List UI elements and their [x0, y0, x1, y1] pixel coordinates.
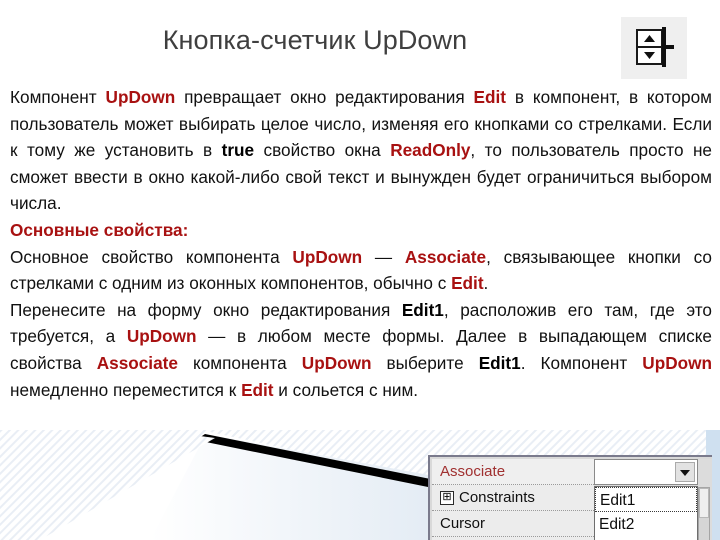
text-run: — — [362, 246, 405, 267]
property-row-associate[interactable]: Associate — [432, 459, 594, 485]
dropdown-option-edit1[interactable]: Edit1 — [595, 487, 697, 512]
text-run: Перенесите на форму окно редактирования — [10, 299, 402, 320]
keyword-edit1: Edit1 — [401, 299, 444, 320]
text-run: . Компонент — [520, 352, 643, 373]
text-run: выберите — [371, 352, 479, 373]
paragraph-1: Компонент UpDown превращает окно редакти… — [10, 84, 712, 217]
associate-dropdown-list[interactable]: Edit1 Edit2 UpDown1 — [594, 486, 698, 540]
keyword-associate: Associate — [96, 352, 178, 373]
title-bar: Кнопка-счетчик UpDown — [0, 17, 720, 79]
property-row-cursor[interactable]: Cursor — [432, 511, 594, 537]
text-run: компонента — [177, 352, 302, 373]
text-run: и сольется с ним. — [273, 379, 419, 400]
expand-plus-icon[interactable]: ⊞ — [440, 491, 454, 506]
keyword-updown: UpDown — [292, 246, 363, 267]
keyword-edit: Edit — [241, 379, 274, 400]
keyword-updown: UpDown — [642, 352, 712, 373]
page-title: Кнопка-счетчик UpDown — [162, 25, 468, 55]
keyword-updown: UpDown — [126, 326, 197, 347]
keyword-readonly: ReadOnly — [390, 140, 471, 161]
property-row-constraints[interactable]: ⊞ Constraints — [432, 485, 594, 511]
property-value-column: Edit1 Edit2 UpDown1 — [594, 459, 712, 540]
keyword-updown: UpDown — [105, 87, 176, 107]
text-run: превращает окно редактирования — [175, 87, 474, 107]
updown-spinner-icon — [621, 17, 687, 79]
property-name: Cursor — [440, 515, 486, 532]
property-grid: Associate ⊞ Constraints Cursor — [432, 459, 594, 540]
text-run: немедленно переместится к — [10, 379, 242, 400]
text-run: Основное свойство компонента — [10, 246, 293, 267]
property-name: Associate — [440, 463, 506, 480]
object-inspector-screenshot: Associate ⊞ Constraints Cursor Edit1 Edit… — [428, 455, 712, 540]
object-inspector-body: Associate ⊞ Constraints Cursor Edit1 Edit… — [432, 459, 712, 540]
scrollbar-thumb[interactable] — [699, 488, 709, 518]
property-name: Constraints — [459, 489, 535, 506]
keyword-updown: UpDown — [301, 352, 372, 373]
keyword-edit: Edit — [473, 87, 507, 107]
paragraph-2: Основное свойство компонента UpDown — As… — [10, 244, 712, 297]
dropdown-scrollbar[interactable] — [698, 487, 710, 540]
text-run: Компонент — [10, 87, 106, 107]
dropdown-option-edit2[interactable]: Edit2 — [595, 512, 697, 537]
section-heading: Основные свойства: — [10, 217, 712, 244]
text-run: свойство окна — [254, 140, 391, 161]
slide-canvas: Кнопка-счетчик UpDown Компонент UpDown п… — [0, 0, 720, 540]
keyword-associate: Associate — [404, 246, 487, 267]
section-heading-label: Основные свойства: — [10, 219, 189, 240]
chevron-down-icon[interactable] — [675, 462, 695, 482]
body-text: Компонент UpDown превращает окно редакти… — [10, 84, 712, 403]
text-run: . — [483, 273, 489, 294]
associate-combobox[interactable] — [594, 459, 698, 485]
keyword-edit: Edit — [451, 273, 484, 294]
keyword-edit1: Edit1 — [478, 352, 521, 373]
keyword-true: true — [221, 140, 255, 161]
paragraph-3: Перенесите на форму окно редактирования … — [10, 297, 712, 403]
